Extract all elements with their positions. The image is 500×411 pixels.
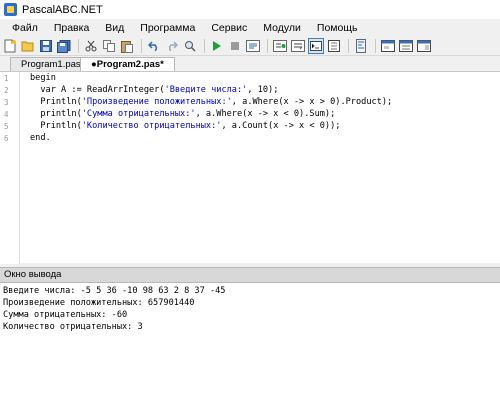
tab-program2[interactable]: ●Program2.pas* (80, 57, 175, 71)
save-icon[interactable] (38, 38, 54, 54)
code-token: end. (30, 133, 51, 143)
output-window-icon[interactable] (308, 38, 324, 54)
code-line: Println('Количество отрицательных:', a.C… (30, 120, 340, 132)
output-panel-title: Окно вывода (0, 267, 500, 283)
debug-window-icon[interactable] (326, 38, 342, 54)
settings-icon[interactable] (398, 38, 414, 54)
code-token: var A := ReadArrInteger( (30, 85, 165, 95)
toolbar-separator (348, 39, 349, 53)
code-line: end. (30, 132, 51, 144)
menu-help[interactable]: Помощь (309, 20, 366, 37)
string-literal: 'Сумма отрицательных:' (81, 109, 196, 119)
pascalabc-app-icon (4, 3, 17, 16)
line-number: 4 (4, 110, 9, 119)
toolbar (0, 37, 500, 56)
window-title: PascalABC.NET (22, 3, 103, 16)
code-token: , a.Count(x -> x < 0)); (221, 121, 341, 131)
new-file-icon[interactable] (2, 38, 18, 54)
code-line: println('Сумма отрицательных:', a.Where(… (30, 108, 335, 120)
paste-icon[interactable] (119, 38, 135, 54)
save-all-icon[interactable] (56, 38, 72, 54)
stop-icon[interactable] (227, 38, 243, 54)
breakpoint-icon[interactable] (272, 38, 288, 54)
toolbar-separator (375, 39, 376, 53)
menu-file[interactable]: Файл (4, 20, 46, 37)
line-number: 1 (4, 74, 9, 83)
code-token: , a.Where(x -> x < 0).Sum); (195, 109, 336, 119)
code-editor[interactable]: 1 2 3 4 5 6 begin var A := ReadArrInteger('Вв… (0, 71, 500, 264)
output-line: Количество отрицательных: 3 (3, 322, 143, 332)
code-token: Println( (30, 97, 82, 107)
menu-edit[interactable]: Правка (46, 20, 97, 37)
title-bar: PascalABC.NET (0, 0, 500, 19)
open-icon[interactable] (20, 38, 36, 54)
line-number: 6 (4, 134, 9, 143)
line-number-gutter: 1 2 3 4 5 6 (0, 72, 20, 264)
menu-service[interactable]: Сервис (203, 20, 255, 37)
form-designer-icon[interactable] (380, 38, 396, 54)
line-number: 3 (4, 98, 9, 107)
code-line: begin (30, 72, 56, 84)
code-token: println( (30, 109, 82, 119)
code-token: , 10); (247, 85, 279, 95)
menu-bar: Файл Правка Вид Программа Сервис Модули … (0, 20, 500, 37)
cut-icon[interactable] (83, 38, 99, 54)
format-icon[interactable] (353, 38, 369, 54)
toolbar-separator (78, 39, 79, 53)
output-line: Введите числа: -5 5 36 -10 98 63 2 8 37 … (3, 286, 226, 296)
toolbar-separator (267, 39, 268, 53)
menu-view[interactable]: Вид (97, 20, 132, 37)
code-line: var A := ReadArrInteger('Введите числа:'… (30, 84, 278, 96)
redo-icon[interactable] (164, 38, 180, 54)
string-literal: 'Введите числа:' (164, 85, 248, 95)
output-window[interactable]: Введите числа: -5 5 36 -10 98 63 2 8 37 … (0, 283, 500, 411)
line-number: 5 (4, 122, 9, 131)
line-number: 2 (4, 86, 9, 95)
undo-icon[interactable] (146, 38, 162, 54)
code-line: Println('Произведение положительных:', a… (30, 96, 392, 108)
step-into-icon[interactable] (290, 38, 306, 54)
compile-icon[interactable] (245, 38, 261, 54)
string-literal: 'Произведение положительных:' (81, 97, 232, 107)
run-icon[interactable] (209, 38, 225, 54)
code-token: begin (30, 73, 56, 83)
code-token: , a.Where(x -> x > 0).Product); (231, 97, 393, 107)
copy-icon[interactable] (101, 38, 117, 54)
toolbar-separator (204, 39, 205, 53)
toolbar-separator (141, 39, 142, 53)
menu-modules[interactable]: Модули (255, 20, 309, 37)
find-icon[interactable] (182, 38, 198, 54)
string-literal: 'Количество отрицательных:' (81, 121, 222, 131)
editor-tab-bar: Program1.pas* ●Program2.pas* (0, 57, 500, 71)
output-line: Произведение положительных: 657901440 (3, 298, 195, 308)
menu-program[interactable]: Программа (132, 20, 203, 37)
code-token: Println( (30, 121, 82, 131)
window-layout-icon[interactable] (416, 38, 432, 54)
output-line: Сумма отрицательных: -60 (3, 310, 128, 320)
